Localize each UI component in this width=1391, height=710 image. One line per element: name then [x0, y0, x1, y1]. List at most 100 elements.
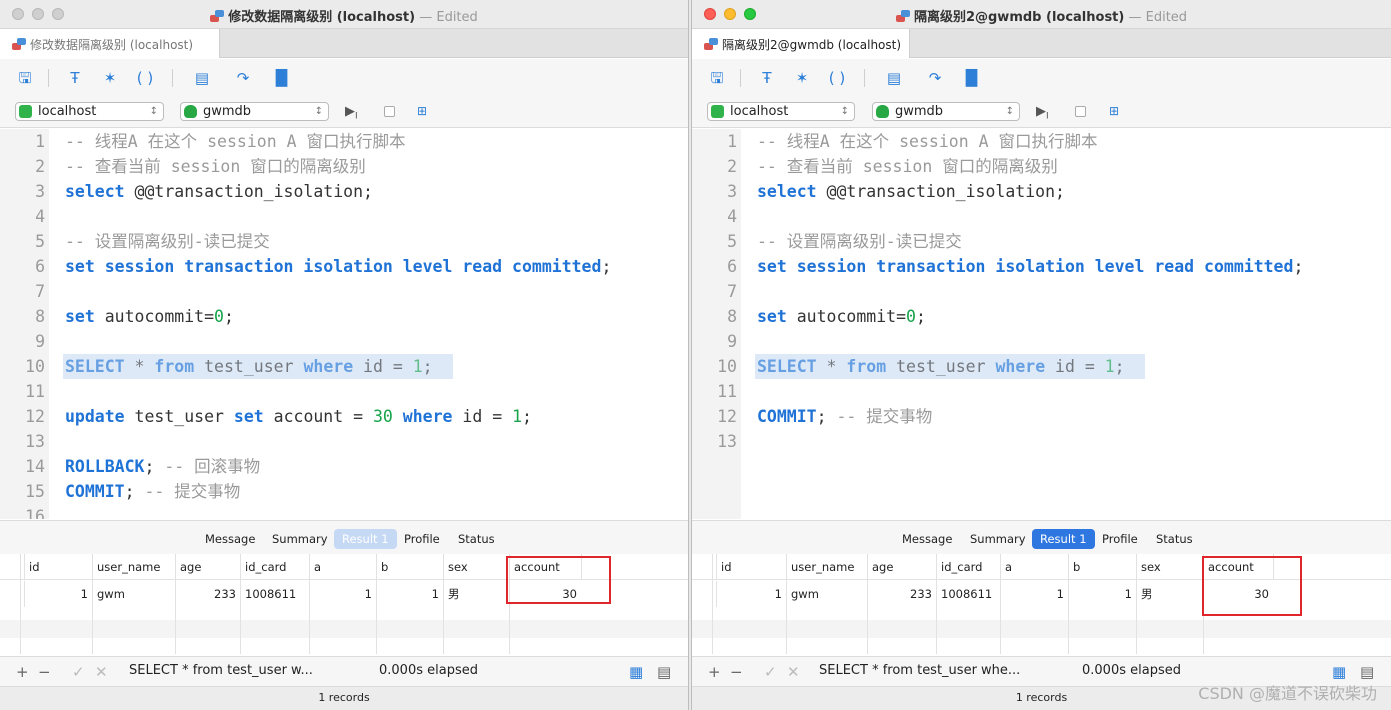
column-header-age[interactable]: age [867, 554, 936, 580]
code-token: -- 设置隔离级别-读已提交 [65, 232, 270, 251]
form-view-icon[interactable]: ▤ [657, 663, 671, 681]
add-icon[interactable]: + [708, 663, 721, 681]
grid-view-icon[interactable]: ▦ [1332, 663, 1346, 681]
cell-a[interactable]: 1 [1000, 581, 1068, 607]
apply-icon[interactable]: ✓ [764, 663, 777, 681]
line-number: 2 [727, 157, 737, 176]
sql-editor[interactable]: 1 -- 线程A 在这个 session A 窗口执行脚本 2 -- 查看当前 ses… [0, 129, 688, 519]
code-token: id = [353, 357, 413, 376]
code-token: test_user [194, 357, 304, 376]
code-token: test_user [124, 407, 234, 426]
sql-editor[interactable]: 1 -- 线程A 在这个 session A 窗口执行脚本 2 -- 查看当前 ses… [692, 129, 1391, 519]
column-header-user_name[interactable]: user_name [786, 554, 867, 580]
parentheses-icon[interactable]: ( ) [827, 68, 847, 88]
result-tab-message[interactable]: Message [894, 529, 960, 549]
column-header-id[interactable]: id [716, 554, 786, 580]
run-icon[interactable]: ▶I [345, 104, 358, 122]
code-text: -- 线程A 在这个 session A 窗口执行脚本 [65, 129, 405, 154]
result-tab-profile[interactable]: Profile [396, 529, 448, 549]
column-header-id[interactable]: id [24, 554, 92, 580]
column-header-b[interactable]: b [1068, 554, 1136, 580]
run-icon[interactable]: ▶I [1036, 104, 1049, 122]
cell-id_card[interactable]: 1008611 [936, 581, 1000, 607]
explain-icon[interactable]: ⊞ [1109, 104, 1124, 119]
cell-age[interactable]: 233 [175, 581, 240, 607]
chart-icon[interactable]: ▐▌ [270, 68, 293, 88]
result-tab-summary[interactable]: Summary [962, 529, 1034, 549]
remove-icon[interactable]: − [38, 663, 51, 681]
remove-icon[interactable]: − [730, 663, 743, 681]
connection-select[interactable]: localhost ↕ [15, 102, 164, 121]
result-tab-profile[interactable]: Profile [1094, 529, 1146, 549]
column-header-a[interactable]: a [309, 554, 376, 580]
column-header-sex[interactable]: sex [443, 554, 509, 580]
export-icon[interactable]: ↷ [233, 68, 253, 88]
tab-query[interactable]: 修改数据隔离级别 (localhost) [0, 29, 220, 58]
result-tab-status[interactable]: Status [450, 529, 503, 549]
discard-icon[interactable]: ✕ [787, 663, 800, 681]
column-header-user_name[interactable]: user_name [92, 554, 175, 580]
cell-sex[interactable]: 男 [443, 581, 509, 607]
result-tab-status[interactable]: Status [1148, 529, 1201, 549]
magic-wand-icon[interactable]: ✶ [100, 68, 120, 88]
column-header-id_card[interactable]: id_card [936, 554, 1000, 580]
column-header-id_card[interactable]: id_card [240, 554, 309, 580]
cell-id_card[interactable]: 1008611 [240, 581, 309, 607]
account-highlight-box [506, 556, 611, 604]
column-header-age[interactable]: age [175, 554, 240, 580]
chart-icon[interactable]: ▐▌ [960, 68, 983, 88]
cell-user_name[interactable]: gwm [92, 581, 175, 607]
apply-icon[interactable]: ✓ [72, 663, 85, 681]
grid-view-icon[interactable]: ▦ [629, 663, 643, 681]
code-line: 16 [0, 504, 688, 519]
parentheses-icon[interactable]: ( ) [135, 68, 155, 88]
line-number: 8 [35, 307, 45, 326]
run-option-checkbox[interactable] [384, 106, 395, 117]
column-header-sex[interactable]: sex [1136, 554, 1203, 580]
cell-b[interactable]: 1 [376, 581, 443, 607]
cell-age[interactable]: 233 [867, 581, 936, 607]
code-line: 14 ROLLBACK; -- 回滚事物 [0, 454, 688, 479]
code-line: 1 -- 线程A 在这个 session A 窗口执行脚本 [0, 129, 688, 154]
cell-id[interactable]: 1 [24, 581, 92, 607]
code-token: test_user [886, 357, 996, 376]
database-select[interactable]: gwmdb ↕ [180, 102, 329, 121]
format-icon[interactable]: Ŧ [65, 68, 85, 88]
line-number: 11 [717, 382, 737, 401]
format-icon[interactable]: Ŧ [757, 68, 777, 88]
chevron-updown-icon: ↕ [314, 106, 323, 117]
tab-query[interactable]: 隔离级别2@gwmdb (localhost) [692, 29, 910, 58]
save-icon[interactable]: 🖫 [707, 68, 727, 88]
code-line: 6 set session transaction isolation level… [692, 254, 1391, 279]
cell-b[interactable]: 1 [1068, 581, 1136, 607]
code-line: 5 -- 设置隔离级别-读已提交 [692, 229, 1391, 254]
connection-select[interactable]: localhost ↕ [707, 102, 855, 121]
code-token: ; [522, 407, 532, 426]
code-token: set session transaction isolation level … [65, 257, 602, 276]
cell-user_name[interactable]: gwm [786, 581, 867, 607]
cell-a[interactable]: 1 [309, 581, 376, 607]
save-icon[interactable]: 🖫 [15, 68, 35, 88]
column-header-a[interactable]: a [1000, 554, 1068, 580]
line-number: 4 [35, 207, 45, 226]
add-icon[interactable]: + [16, 663, 29, 681]
form-view-icon[interactable]: ▤ [1360, 663, 1374, 681]
result-tab-summary[interactable]: Summary [264, 529, 336, 549]
explain-icon[interactable]: ⊞ [417, 104, 432, 119]
discard-icon[interactable]: ✕ [95, 663, 108, 681]
cell-id[interactable]: 1 [716, 581, 786, 607]
result-tab-result-1[interactable]: Result 1 [1032, 529, 1095, 549]
column-header-b[interactable]: b [376, 554, 443, 580]
result-tab-result-1[interactable]: Result 1 [334, 529, 397, 549]
run-option-checkbox[interactable] [1075, 106, 1086, 117]
cell-sex[interactable]: 男 [1136, 581, 1203, 607]
document-icon[interactable]: ▤ [192, 68, 212, 88]
database-select[interactable]: gwmdb ↕ [872, 102, 1020, 121]
line-number: 9 [727, 332, 737, 351]
magic-wand-icon[interactable]: ✶ [792, 68, 812, 88]
code-token: update [65, 407, 125, 426]
result-tab-message[interactable]: Message [197, 529, 263, 549]
document-icon[interactable]: ▤ [884, 68, 904, 88]
export-icon[interactable]: ↷ [925, 68, 945, 88]
code-line: 8 set autocommit=0; [692, 304, 1391, 329]
